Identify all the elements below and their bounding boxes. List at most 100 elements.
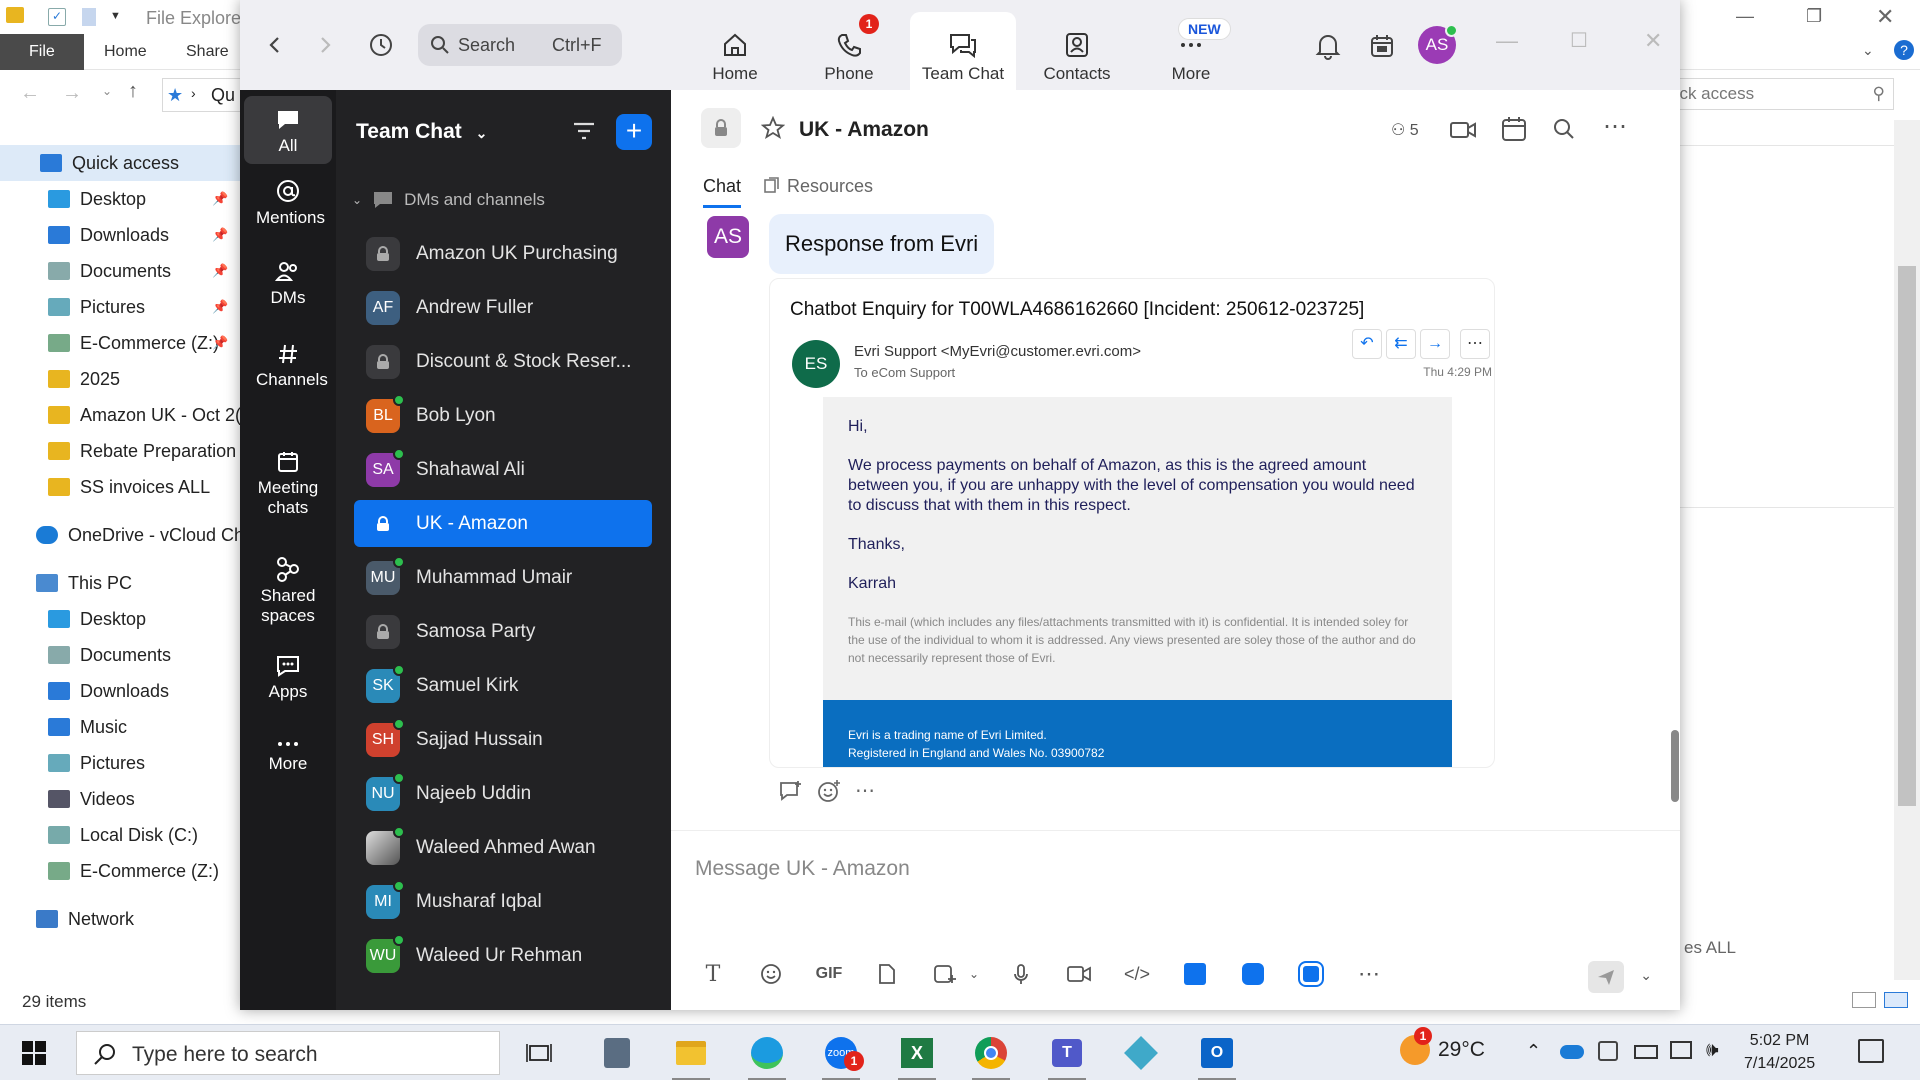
nav-item[interactable]: Desktop 📌 xyxy=(0,181,240,217)
members-count[interactable]: ⚇ 5 xyxy=(1391,120,1419,140)
profile-avatar[interactable]: AS xyxy=(1418,24,1458,64)
search-in-chat-icon[interactable] xyxy=(1553,118,1575,140)
weather-widget[interactable]: 1 29°C xyxy=(1400,1027,1485,1065)
compose-input[interactable]: Message UK - Amazon xyxy=(695,857,910,881)
ribbon-expand-icon[interactable]: ⌄ xyxy=(1862,42,1874,59)
minimize-button[interactable]: — xyxy=(1736,6,1754,27)
nav-item[interactable]: Documents 📌 xyxy=(0,253,240,289)
nav-item[interactable]: Videos xyxy=(0,781,240,817)
email-more-icon[interactable]: ⋯ xyxy=(1460,329,1490,359)
nav-item[interactable]: Network xyxy=(0,901,240,937)
history-icon[interactable] xyxy=(364,28,398,62)
nav-tab-home[interactable]: Home xyxy=(682,12,788,90)
tab-resources[interactable]: Resources xyxy=(763,176,873,197)
channel-item[interactable]: Samosa Party xyxy=(354,608,652,655)
maximize-button[interactable]: ❐ xyxy=(1806,6,1822,27)
reply-all-icon[interactable]: ⇇ xyxy=(1386,329,1416,359)
zoom-app-icon[interactable]: zoom 1 xyxy=(818,1033,864,1080)
more-tools-icon[interactable]: ⋯ xyxy=(1351,959,1387,989)
code-snippet-icon[interactable]: </> xyxy=(1119,959,1155,989)
rail-meeting-chats[interactable]: Meeting chats xyxy=(244,440,332,528)
rail-channels[interactable]: Channels xyxy=(244,332,332,400)
close-button[interactable]: ✕ xyxy=(1644,28,1662,54)
address-field[interactable]: ★ › Qu xyxy=(162,78,252,112)
notifications-bell-icon[interactable] xyxy=(1312,30,1344,62)
tab-file[interactable]: File xyxy=(0,34,84,70)
filter-icon[interactable] xyxy=(572,120,596,142)
rail-apps[interactable]: Apps xyxy=(244,644,332,712)
nav-item[interactable]: Rebate Preparation xyxy=(0,433,240,469)
tab-share[interactable]: Share xyxy=(186,34,229,70)
reply-thread-icon[interactable] xyxy=(779,780,803,802)
nav-item[interactable]: Documents xyxy=(0,637,240,673)
show-hidden-icons[interactable]: ⌃ xyxy=(1526,1041,1541,1062)
screenshot-icon[interactable] xyxy=(927,959,963,989)
nav-item[interactable]: This PC xyxy=(0,565,240,601)
nav-item[interactable]: Pictures xyxy=(0,745,240,781)
channel-item[interactable]: SH Sajjad Hussain xyxy=(354,716,652,763)
notes-app-icon[interactable] xyxy=(1293,959,1329,989)
nav-item[interactable]: Downloads xyxy=(0,673,240,709)
search-box[interactable]: Search Ctrl+F xyxy=(418,24,622,66)
format-text-icon[interactable]: T xyxy=(695,959,731,989)
nav-item[interactable]: E-Commerce (Z:) 📌 xyxy=(0,325,240,361)
team-chat-header[interactable]: Team Chat ⌄ xyxy=(356,120,487,144)
add-reaction-icon[interactable] xyxy=(817,779,841,803)
channel-item[interactable]: MU Muhammad Umair xyxy=(354,554,652,601)
app-icon-diamond[interactable] xyxy=(1118,1033,1164,1073)
pin-icon[interactable]: 📌 xyxy=(212,191,228,207)
whiteboard-app-icon[interactable] xyxy=(1235,959,1271,989)
calendar-app-icon[interactable] xyxy=(1366,30,1398,62)
channel-item[interactable]: UK - Amazon xyxy=(354,500,652,547)
pin-icon[interactable]: 📌 xyxy=(212,227,228,243)
channel-item[interactable]: SA Shahawal Ali xyxy=(354,446,652,493)
video-call-icon[interactable] xyxy=(1449,120,1477,140)
maximize-button[interactable]: ☐ xyxy=(1570,28,1588,53)
rail-all[interactable]: All xyxy=(244,96,332,164)
forward-icon[interactable]: → xyxy=(1420,329,1450,359)
battery-icon[interactable] xyxy=(1634,1045,1658,1059)
tab-chat[interactable]: Chat xyxy=(703,176,742,208)
up-icon[interactable]: ↑ xyxy=(128,80,138,103)
nav-item[interactable]: Music xyxy=(0,709,240,745)
nav-item[interactable]: Amazon UK - Oct 2( xyxy=(0,397,241,433)
onedrive-tray-icon[interactable] xyxy=(1560,1045,1584,1059)
calculator-app-icon[interactable] xyxy=(594,1033,640,1073)
new-chat-plus-button[interactable]: + xyxy=(616,114,652,150)
schedule-calendar-icon[interactable] xyxy=(1501,116,1527,142)
back-icon[interactable]: ← xyxy=(20,82,40,105)
send-options-icon[interactable]: ⌄ xyxy=(1640,967,1652,984)
section-dms-and-channels[interactable]: ⌄ DMs and channels xyxy=(352,190,545,210)
edge-app-icon[interactable] xyxy=(744,1033,790,1080)
channel-item[interactable]: SK Samuel Kirk xyxy=(354,662,652,709)
windows-start-icon[interactable] xyxy=(22,1041,46,1065)
channel-item[interactable]: Waleed Ahmed Awan xyxy=(354,824,652,871)
nav-item[interactable]: Quick access xyxy=(0,145,240,181)
outlook-app-icon[interactable]: O xyxy=(1194,1033,1240,1080)
forward-button[interactable] xyxy=(310,30,340,60)
shared-email-card[interactable]: Chatbot Enquiry for T00WLA4686162660 [In… xyxy=(769,278,1495,768)
channel-item[interactable]: BL Bob Lyon xyxy=(354,392,652,439)
nav-item[interactable]: 2025 xyxy=(0,361,240,397)
emoji-icon[interactable] xyxy=(753,959,789,989)
video-message-icon[interactable] xyxy=(1061,959,1097,989)
vertical-scrollbar[interactable] xyxy=(1894,120,1920,980)
pin-icon[interactable]: 📌 xyxy=(212,263,228,279)
nav-item[interactable]: Local Disk (C:) xyxy=(0,817,240,853)
action-center-icon[interactable] xyxy=(1858,1039,1884,1063)
screenshot-dropdown-icon[interactable]: ⌄ xyxy=(967,959,981,989)
rail-more[interactable]: More xyxy=(244,728,332,784)
forward-icon[interactable]: → xyxy=(62,82,82,105)
pin-icon[interactable]: 📌 xyxy=(212,335,228,351)
nav-item[interactable]: Pictures 📌 xyxy=(0,289,240,325)
tab-home[interactable]: Home xyxy=(104,34,147,70)
nav-item[interactable]: Downloads 📌 xyxy=(0,217,240,253)
microphone-icon[interactable] xyxy=(1003,959,1039,989)
close-button[interactable]: ✕ xyxy=(1876,4,1894,30)
compose-area[interactable]: Message UK - Amazon T GIF ⌄ </> ⋯ ⌄ xyxy=(671,830,1680,1010)
qat-dropdown-icon[interactable]: ▼ xyxy=(110,10,121,22)
channel-item[interactable]: Amazon UK Purchasing xyxy=(354,230,652,277)
search-quick-access[interactable]: Quick access ⚲ xyxy=(1644,78,1894,110)
channel-item[interactable]: AF Andrew Fuller xyxy=(354,284,652,331)
more-options-icon[interactable]: ⋯ xyxy=(1603,112,1627,141)
